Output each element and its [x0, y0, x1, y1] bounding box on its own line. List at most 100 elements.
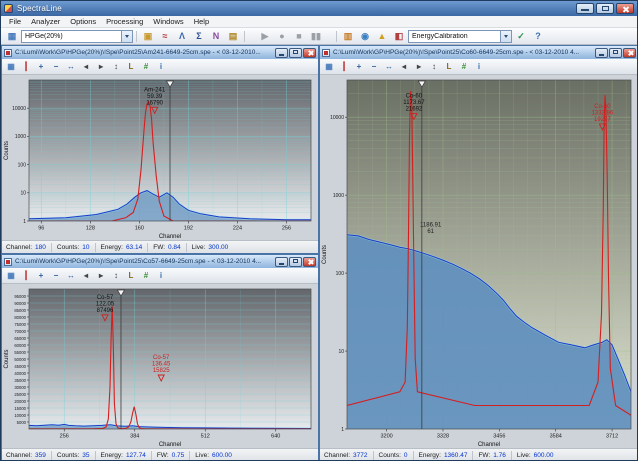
main-titlebar[interactable]: SpectraLine	[1, 1, 637, 16]
status-channel-label: Channel:	[324, 452, 350, 459]
record-acquisition-icon[interactable]: ●	[274, 29, 290, 43]
report-icon[interactable]: ▤	[225, 29, 241, 43]
zoom-fit-icon[interactable]: ↔	[64, 270, 78, 282]
info-icon[interactable]: i	[472, 61, 486, 73]
pan-right-icon[interactable]: ▸	[94, 270, 108, 282]
menu-options[interactable]: Options	[65, 17, 101, 26]
zoom-out-icon[interactable]: −	[49, 61, 63, 73]
co60-minimize-button[interactable]	[595, 48, 608, 58]
library-icon[interactable]: ▥	[340, 29, 356, 43]
svg-text:3456: 3456	[493, 434, 505, 440]
y-autoscale-icon[interactable]: ↕	[109, 61, 123, 73]
svg-text:70000: 70000	[14, 329, 26, 334]
stop-acquisition-icon[interactable]: ■	[291, 29, 307, 43]
info-icon[interactable]: i	[154, 270, 168, 282]
status-energy-value: 63.14	[126, 244, 142, 251]
detector-combo[interactable]: HPGe(20%)	[21, 30, 133, 43]
pause-acquisition-icon[interactable]: ▮▮	[308, 29, 324, 43]
energy-calibration-icon[interactable]: ≈	[157, 29, 173, 43]
pan-left-icon[interactable]: ◂	[79, 61, 93, 73]
calibration-combo[interactable]: EnergyCalibration	[408, 30, 512, 43]
zoom-fit-icon[interactable]: ↔	[382, 61, 396, 73]
zoom-in-icon[interactable]: +	[352, 61, 366, 73]
markers-icon[interactable]: ┃	[19, 270, 33, 282]
nuclide-library-icon[interactable]: N	[208, 29, 224, 43]
spectrum-window-icon[interactable]: ▦	[4, 29, 20, 43]
y-autoscale-icon[interactable]: ↕	[427, 61, 441, 73]
pan-right-icon[interactable]: ▸	[94, 61, 108, 73]
status-live-label: Live:	[192, 244, 206, 251]
log-scale-icon[interactable]: L	[442, 61, 456, 73]
zoom-out-icon[interactable]: −	[49, 270, 63, 282]
spectrum-icon[interactable]: ▦	[4, 61, 18, 73]
spectraline-window: SpectraLine File Analyzer Options Proces…	[0, 0, 638, 461]
co57-spectrum-plot[interactable]: 2563845126405000100001500020000250003000…	[2, 284, 318, 448]
am241-statusbar: Channel:180 Counts:10 Energy:63.14 FW:0.…	[2, 240, 318, 253]
spectrum-icon[interactable]: ▦	[322, 61, 336, 73]
co57-close-button[interactable]	[303, 257, 316, 267]
menu-processing[interactable]: Processing	[101, 17, 148, 26]
co57-maximize-button[interactable]	[289, 257, 302, 267]
menu-analyzer[interactable]: Analyzer	[26, 17, 65, 26]
menu-file[interactable]: File	[4, 17, 26, 26]
log-scale-icon[interactable]: L	[124, 61, 138, 73]
log-scale-icon[interactable]: L	[124, 270, 138, 282]
status-channel-value: 180	[35, 244, 46, 251]
sum-spectra-icon[interactable]: Σ	[191, 29, 207, 43]
zoom-in-icon[interactable]: +	[34, 270, 48, 282]
open-spectrum-icon[interactable]: ▣	[140, 29, 156, 43]
pan-right-icon[interactable]: ▸	[412, 61, 426, 73]
svg-text:Co-57122.0587496: Co-57122.0587496	[96, 295, 115, 314]
zoom-in-icon[interactable]: +	[34, 61, 48, 73]
help-icon[interactable]: ?	[530, 29, 546, 43]
info-icon[interactable]: i	[154, 61, 168, 73]
co60-titlebar[interactable]: C:\Lumi\Work\GP\HPGe(20%)\!Spe\Point25\C…	[320, 46, 638, 59]
svg-text:Co-601332.9619227: Co-601332.9619227	[592, 104, 614, 123]
pan-left-icon[interactable]: ◂	[397, 61, 411, 73]
co60-maximize-button[interactable]	[609, 48, 622, 58]
markers-icon[interactable]: ┃	[337, 61, 351, 73]
co60-spectrum-plot[interactable]: 32003328345635843712110100100010000Chann…	[320, 75, 638, 448]
child-window-co57: C:\Lumi\Work\GP\HPGe(20%)\!Spe\Point25\C…	[1, 254, 319, 461]
maximize-button[interactable]	[596, 3, 614, 14]
dropdown-arrow-icon[interactable]	[500, 31, 511, 42]
pan-left-icon[interactable]: ◂	[79, 270, 93, 282]
spectrum-icon[interactable]: ▦	[4, 270, 18, 282]
settings-icon[interactable]: ◧	[391, 29, 407, 43]
menu-help[interactable]: Help	[189, 17, 214, 26]
peak-search-icon[interactable]: Λ	[174, 29, 190, 43]
svg-text:15000: 15000	[14, 406, 26, 411]
y-autoscale-icon[interactable]: ↕	[109, 270, 123, 282]
svg-text:128: 128	[86, 226, 95, 232]
zoom-fit-icon[interactable]: ↔	[64, 61, 78, 73]
svg-text:1000: 1000	[333, 193, 344, 199]
isotope-id-icon[interactable]: ◉	[357, 29, 373, 43]
close-button[interactable]	[616, 3, 634, 14]
am241-titlebar[interactable]: C:\Lumi\Work\GP\HPGe(20%)\!Spe\Point25\A…	[2, 46, 318, 59]
menu-windows[interactable]: Windows	[148, 17, 188, 26]
dropdown-arrow-icon[interactable]	[121, 31, 132, 42]
am241-minimize-button[interactable]	[275, 48, 288, 58]
co57-titlebar[interactable]: C:\Lumi\Work\GP\HPGe(20%)\!Spe\Point25\C…	[2, 255, 318, 268]
grid-icon[interactable]: #	[139, 61, 153, 73]
status-counts-value: 0	[404, 452, 408, 459]
apply-calibration-icon[interactable]: ✓	[513, 29, 529, 43]
svg-text:10: 10	[338, 349, 344, 355]
svg-text:40000: 40000	[14, 371, 26, 376]
am241-maximize-button[interactable]	[289, 48, 302, 58]
svg-text:640: 640	[271, 434, 280, 440]
status-energy-label: Energy:	[419, 452, 441, 459]
am241-spectrum-plot[interactable]: 96128160192224256110100100010000ChannelC…	[2, 75, 318, 240]
efficiency-icon[interactable]: ▲	[374, 29, 390, 43]
zoom-out-icon[interactable]: −	[367, 61, 381, 73]
markers-icon[interactable]: ┃	[19, 61, 33, 73]
am241-close-button[interactable]	[303, 48, 316, 58]
grid-icon[interactable]: #	[139, 270, 153, 282]
co57-minimize-button[interactable]	[275, 257, 288, 267]
start-acquisition-icon[interactable]: ▶	[257, 29, 273, 43]
minimize-button[interactable]	[576, 3, 594, 14]
co60-close-button[interactable]	[623, 48, 636, 58]
svg-text:45000: 45000	[14, 364, 26, 369]
grid-icon[interactable]: #	[457, 61, 471, 73]
svg-text:1: 1	[23, 219, 26, 225]
